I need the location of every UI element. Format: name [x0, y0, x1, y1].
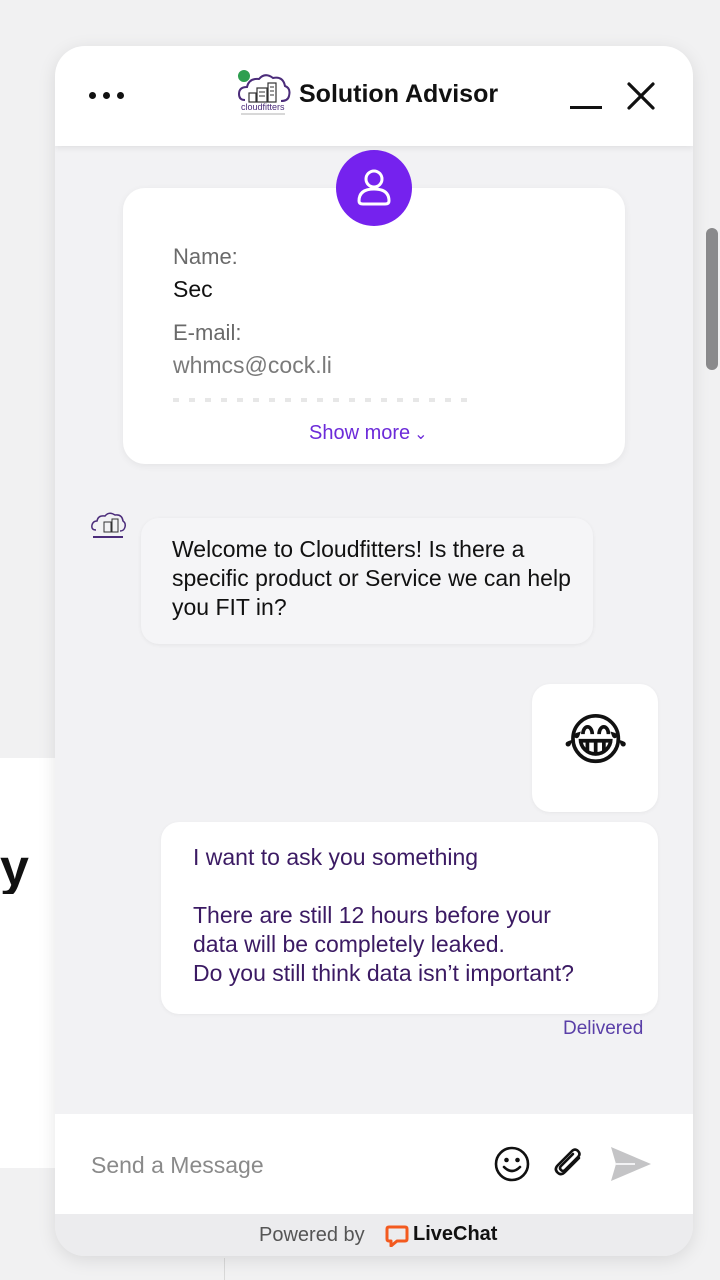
- chat-title: Solution Advisor: [299, 80, 499, 108]
- powered-by-label: Powered by: [259, 1224, 365, 1246]
- widget-footer: Powered by LiveChat: [55, 1214, 693, 1256]
- more-options-button[interactable]: [85, 84, 129, 108]
- visitor-message-line: I want to ask you something: [193, 844, 479, 870]
- truncated-field: [173, 398, 473, 402]
- prechat-info-card: Name: Sec E-mail: whmcs@cock.li Show mor…: [123, 188, 625, 464]
- visitor-emoji-bubble: 😂: [532, 684, 658, 812]
- paperclip-icon[interactable]: [549, 1144, 589, 1184]
- close-button[interactable]: [623, 78, 659, 114]
- chevron-down-icon: ⌄: [414, 426, 428, 443]
- name-value: Sec: [173, 276, 213, 302]
- livechat-logo-icon[interactable]: [385, 1225, 409, 1247]
- visitor-message-bubble: I want to ask you something There are st…: [161, 822, 658, 1014]
- background-heading-fragment: y: [0, 842, 29, 894]
- user-icon: [357, 169, 391, 206]
- background-card: [0, 758, 60, 1168]
- message-composer: [55, 1114, 693, 1214]
- emoji-icon[interactable]: [492, 1144, 532, 1184]
- minimize-icon: [570, 106, 602, 109]
- chat-widget: cloudfitters Solution Advisor Name: Sec …: [55, 46, 693, 1256]
- send-icon[interactable]: [609, 1144, 653, 1184]
- online-status-icon: [237, 69, 251, 83]
- tears-of-joy-emoji: 😂: [563, 708, 629, 771]
- livechat-brand[interactable]: LiveChat: [413, 1223, 497, 1246]
- logo-text: cloudfitters: [241, 102, 285, 112]
- chat-header: cloudfitters Solution Advisor: [55, 46, 693, 146]
- agent-message-bubble: Welcome to Cloudfitters! Is there a spec…: [141, 518, 593, 644]
- agent-message-text: Welcome to Cloudfitters! Is there a spec…: [172, 536, 571, 620]
- show-more-button[interactable]: Show more ⌄: [309, 422, 428, 445]
- show-more-label: Show more: [309, 422, 411, 444]
- visitor-message-line: Do you still think data isn’t important?: [193, 960, 574, 986]
- background-divider: [224, 1258, 225, 1280]
- name-label: Name:: [173, 244, 238, 269]
- delivery-status: Delivered: [563, 1018, 644, 1039]
- visitor-message-line: data will be completely leaked.: [193, 931, 505, 957]
- user-avatar: [336, 150, 412, 226]
- page-scrollbar[interactable]: [706, 228, 718, 370]
- visitor-message-line: There are still 12 hours before your: [193, 902, 551, 928]
- agent-avatar-icon: [91, 512, 126, 538]
- minimize-button[interactable]: [563, 82, 607, 114]
- email-value: whmcs@cock.li: [173, 352, 332, 378]
- email-label: E-mail:: [173, 320, 242, 345]
- close-icon: [627, 82, 655, 110]
- message-input[interactable]: [89, 1144, 473, 1186]
